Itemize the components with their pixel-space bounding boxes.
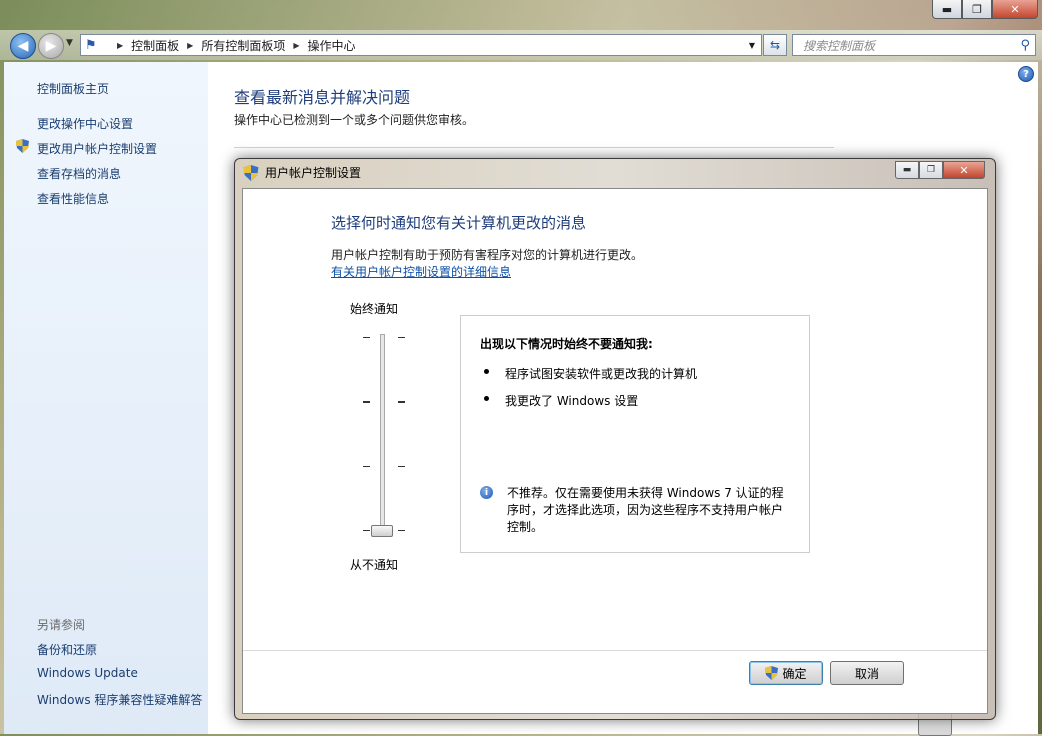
page-subtitle: 操作中心已检测到一个或多个问题供您审核。: [234, 113, 475, 127]
address-bar[interactable]: ⚑ ▶ 控制面板 ▶ 所有控制面板项 ▶ 操作中心 ▼: [80, 34, 762, 56]
navigation-bar: ◀ ▶ ▼ ⚑ ▶ 控制面板 ▶ 所有控制面板项 ▶ 操作中心 ▼ ⇆ 搜索控制…: [0, 30, 1042, 60]
sidebar-item-windows-update[interactable]: Windows Update: [37, 666, 138, 680]
dialog-window-controls: ▬ ❐ ✕: [895, 161, 985, 179]
slider-tick: [398, 401, 405, 403]
slider-tick: [363, 530, 370, 531]
search-input[interactable]: 搜索控制面板 ⚲: [792, 34, 1036, 56]
back-button[interactable]: ◀: [10, 33, 36, 59]
breadcrumb-all-items[interactable]: 所有控制面板项: [201, 37, 285, 54]
slider-tick: [363, 466, 370, 467]
slider-tick: [398, 530, 405, 531]
dialog-title-bar: 用户帐户控制设置: [243, 164, 361, 181]
bullet-icon: [484, 369, 489, 374]
help-icon[interactable]: ?: [1018, 66, 1034, 82]
bullet-icon: [484, 396, 489, 401]
uac-shield-icon: [243, 164, 259, 181]
dialog-maximize-button[interactable]: ❐: [919, 161, 943, 179]
sidebar-item-change-settings[interactable]: 更改操作中心设置: [37, 115, 133, 132]
back-arrow-icon: ◀: [17, 38, 29, 54]
page-title: 查看最新消息并解决问题: [234, 88, 411, 107]
chevron-right-icon[interactable]: ▶: [117, 41, 123, 50]
see-also-header: 另请参阅: [37, 618, 86, 632]
forward-button[interactable]: ▶: [38, 33, 64, 59]
dialog-body: 选择何时通知您有关计算机更改的消息 用户帐户控制有助于预防有害程序对您的计算机进…: [242, 188, 988, 714]
level-description-item: 程序试图安装软件或更改我的计算机: [505, 367, 698, 381]
breadcrumb-control-panel[interactable]: 控制面板: [131, 37, 179, 54]
refresh-icon: ⇆: [769, 38, 781, 52]
slider-tick: [363, 337, 370, 338]
sidebar-item-compat-troubleshooter[interactable]: Windows 程序兼容性疑难解答: [37, 691, 202, 708]
level-description-title: 出现以下情况时始终不要通知我:: [480, 337, 653, 351]
uac-details-link[interactable]: 有关用户帐户控制设置的详细信息: [331, 263, 511, 280]
uac-settings-dialog: 用户帐户控制设置 ▬ ❐ ✕ 选择何时通知您有关计算机更改的消息 用户帐户控制有…: [234, 158, 996, 720]
slider-tick: [398, 337, 405, 338]
address-dropdown-icon[interactable]: ▼: [749, 41, 755, 50]
divider: [243, 650, 987, 651]
level-description-item: 我更改了 Windows 设置: [505, 394, 639, 408]
window-title-bar: ▬ ❐ ✕: [0, 0, 1042, 30]
window-controls: ▬ ❐ ✕: [932, 0, 1038, 19]
slider-tick: [398, 466, 405, 467]
divider: [234, 147, 834, 148]
search-icon[interactable]: ⚲: [1020, 38, 1030, 53]
dialog-title: 用户帐户控制设置: [265, 166, 362, 180]
not-recommended-note: 不推荐。仅在需要使用未获得 Windows 7 认证的程序时，才选择此选项，因为…: [507, 486, 784, 534]
chevron-right-icon[interactable]: ▶: [187, 41, 193, 50]
slider-tick: [363, 401, 370, 403]
ok-button[interactable]: 确定: [749, 661, 823, 685]
sidebar: 控制面板主页 更改操作中心设置 更改用户帐户控制设置 查看存档的消息 查看性能信…: [4, 62, 208, 734]
slider-top-label: 始终通知: [350, 302, 399, 316]
chevron-right-icon[interactable]: ▶: [293, 41, 299, 50]
uac-slider-thumb[interactable]: [371, 525, 393, 537]
ok-button-label: 确定: [782, 666, 807, 681]
breadcrumb-action-center[interactable]: 操作中心: [308, 37, 356, 54]
action-center-flag-icon: ⚑: [85, 38, 97, 53]
sidebar-item-performance-info[interactable]: 查看性能信息: [37, 190, 109, 207]
sidebar-item-archived-messages[interactable]: 查看存档的消息: [37, 165, 121, 182]
uac-shield-icon: [765, 666, 779, 680]
uac-shield-icon: [16, 139, 29, 153]
dialog-minimize-button[interactable]: ▬: [895, 161, 919, 179]
search-placeholder: 搜索控制面板: [803, 38, 876, 53]
dialog-close-button[interactable]: ✕: [943, 161, 985, 179]
uac-slider-track[interactable]: [380, 334, 385, 536]
dialog-heading: 选择何时通知您有关计算机更改的消息: [331, 214, 587, 232]
cancel-button[interactable]: 取消: [830, 661, 904, 685]
refresh-button[interactable]: ⇆: [763, 34, 787, 56]
sidebar-item-uac-settings[interactable]: 更改用户帐户控制设置: [37, 140, 157, 157]
recent-pages-dropdown-icon[interactable]: ▼: [66, 38, 73, 48]
close-button[interactable]: ✕: [992, 0, 1038, 19]
dialog-description: 用户帐户控制有助于预防有害程序对您的计算机进行更改。: [331, 248, 644, 262]
forward-arrow-icon: ▶: [45, 38, 57, 54]
maximize-button[interactable]: ❐: [962, 0, 992, 19]
slider-bottom-label: 从不通知: [350, 558, 399, 572]
sidebar-item-home[interactable]: 控制面板主页: [37, 80, 109, 97]
sidebar-item-backup-restore[interactable]: 备份和还原: [37, 641, 97, 658]
level-description-box: 出现以下情况时始终不要通知我: 程序试图安装软件或更改我的计算机 我更改了 Wi…: [460, 315, 810, 553]
minimize-button[interactable]: ▬: [932, 0, 962, 19]
info-icon: i: [480, 486, 493, 499]
